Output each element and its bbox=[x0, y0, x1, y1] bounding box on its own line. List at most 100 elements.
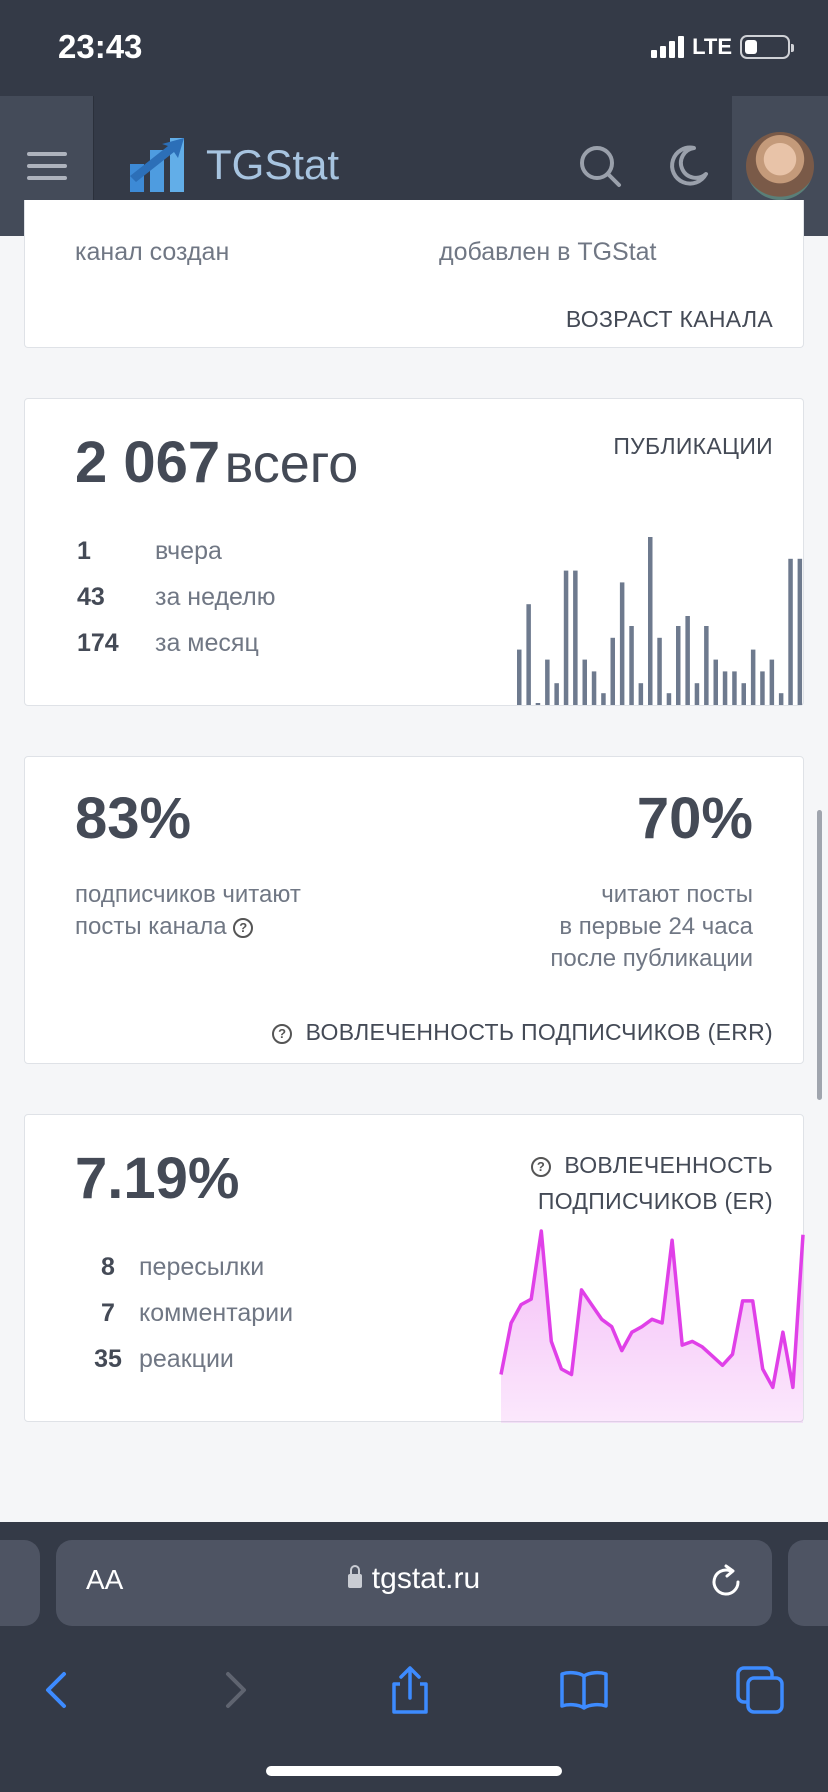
posts-bar bbox=[619, 582, 625, 705]
posts-bar bbox=[657, 637, 662, 705]
avatar bbox=[746, 132, 814, 200]
err-left-line: посты канала bbox=[75, 913, 227, 940]
channel-age-card: канал создан добавлен в TGStat ВОЗРАСТ К… bbox=[24, 200, 804, 348]
added-label: добавлен в TGStat bbox=[439, 238, 657, 266]
err-left-text: подписчиков читают посты канала ? bbox=[75, 879, 301, 943]
total-posts: 2 067 всего bbox=[75, 429, 358, 496]
err-right-value: 70% bbox=[636, 786, 753, 851]
reload-icon[interactable] bbox=[706, 1562, 746, 1602]
card-title-line: ПОДПИСЧИКОВ (ER) bbox=[537, 1188, 773, 1214]
posts-bar bbox=[741, 683, 746, 705]
stat-label: комментарии bbox=[139, 1299, 294, 1327]
status-indicators: LTE bbox=[651, 34, 794, 60]
posts-bar bbox=[582, 659, 587, 705]
posts-bar bbox=[591, 671, 597, 705]
stat-value: 1 bbox=[77, 537, 91, 565]
network-type: LTE bbox=[692, 34, 732, 59]
posts-bar bbox=[685, 616, 690, 705]
forward-icon[interactable] bbox=[206, 1662, 262, 1718]
er-value: 7.19% bbox=[75, 1146, 240, 1211]
help-icon[interactable]: ? bbox=[233, 918, 254, 938]
posts-bar bbox=[722, 671, 728, 705]
stat-label: вчера bbox=[155, 537, 222, 565]
posts-bar bbox=[760, 671, 765, 705]
stat-value: 8 bbox=[101, 1253, 115, 1281]
posts-bar bbox=[676, 626, 681, 705]
err-right-line: после публикации bbox=[550, 945, 753, 972]
status-time: 23:43 bbox=[58, 28, 143, 65]
er-line-chart bbox=[499, 1229, 805, 1423]
stat-row: 35 реакции bbox=[77, 1345, 234, 1374]
stat-row: 7 комментарии bbox=[77, 1299, 293, 1328]
posts-bar bbox=[713, 659, 718, 705]
err-card: 83% подписчиков читают посты канала ? 70… bbox=[24, 756, 804, 1064]
previous-tab-preview[interactable] bbox=[0, 1540, 40, 1626]
stat-label: пересылки bbox=[139, 1253, 265, 1281]
posts-bar bbox=[648, 537, 653, 705]
page-scrollbar[interactable] bbox=[817, 810, 822, 1100]
posts-bar bbox=[573, 570, 578, 705]
posts-bar bbox=[629, 626, 634, 705]
address-bar[interactable]: AA tgstat.ru bbox=[56, 1540, 772, 1626]
bookmarks-icon[interactable] bbox=[556, 1662, 612, 1718]
stat-value: 174 bbox=[77, 629, 119, 657]
lock-icon bbox=[347, 1565, 362, 1588]
posts-bar bbox=[554, 683, 559, 705]
stat-value: 43 bbox=[77, 583, 105, 611]
battery-icon bbox=[740, 35, 794, 59]
stat-row: 174 за месяц bbox=[77, 629, 259, 658]
signal-icon bbox=[651, 36, 685, 58]
err-left-line: подписчиков читают bbox=[75, 881, 301, 908]
home-indicator bbox=[266, 1766, 562, 1776]
browser-bottom-bar: AA tgstat.ru bbox=[0, 1522, 828, 1792]
posts-bar bbox=[545, 659, 550, 705]
next-tab-preview[interactable] bbox=[788, 1540, 828, 1626]
card-title: ВОЗРАСТ КАНАЛА bbox=[565, 306, 773, 332]
stat-value: 35 bbox=[94, 1345, 122, 1373]
err-left-value: 83% bbox=[75, 786, 192, 851]
stat-row: 1 вчера bbox=[77, 537, 222, 566]
back-icon[interactable] bbox=[30, 1662, 86, 1718]
url-display: tgstat.ru bbox=[56, 1562, 772, 1596]
share-icon[interactable] bbox=[382, 1662, 438, 1718]
posts-bar bbox=[778, 693, 784, 705]
help-icon[interactable]: ? bbox=[272, 1024, 293, 1044]
stat-value: 7 bbox=[101, 1299, 115, 1327]
moon-icon[interactable] bbox=[664, 142, 712, 190]
created-label: канал создан bbox=[75, 238, 230, 266]
logo[interactable]: TGStat bbox=[128, 136, 339, 194]
card-title: ? ВОВЛЕЧЕННОСТЬ ПОДПИСЧИКОВ (ER) bbox=[530, 1147, 773, 1219]
status-bar: 23:43 LTE bbox=[0, 0, 828, 96]
help-icon[interactable]: ? bbox=[530, 1157, 551, 1177]
err-right-line: в первые 24 часа bbox=[559, 913, 753, 940]
stat-label: реакции bbox=[139, 1345, 234, 1373]
posts-bar bbox=[638, 683, 644, 705]
search-icon[interactable] bbox=[576, 142, 624, 190]
posts-bar bbox=[750, 649, 756, 705]
stat-label: за неделю bbox=[155, 583, 276, 611]
err-right-line: читают посты bbox=[601, 881, 753, 908]
posts-bar bbox=[517, 649, 522, 705]
er-card: 7.19% ? ВОВЛЕЧЕННОСТЬ ПОДПИСЧИКОВ (ER) 8… bbox=[24, 1114, 805, 1423]
posts-bar bbox=[601, 693, 606, 705]
publications-card: 2 067 всего ПУБЛИКАЦИИ 1 вчера 43 за нед… bbox=[24, 398, 804, 706]
posts-bar bbox=[563, 570, 569, 705]
err-right-text: читают посты в первые 24 часа после публ… bbox=[550, 879, 753, 975]
posts-bar bbox=[694, 683, 700, 705]
posts-bar bbox=[666, 693, 672, 705]
posts-bar bbox=[732, 671, 737, 705]
stat-label: за месяц bbox=[155, 629, 259, 657]
card-title: ? ВОВЛЕЧЕННОСТЬ ПОДПИСЧИКОВ (ERR) bbox=[272, 1019, 773, 1046]
card-title-line: ВОВЛЕЧЕННОСТЬ bbox=[564, 1152, 773, 1178]
logo-text: TGStat bbox=[206, 141, 340, 188]
total-posts-value: 2 067 bbox=[75, 430, 221, 495]
total-posts-suffix: всего bbox=[224, 434, 359, 494]
stat-row: 8 пересылки bbox=[77, 1253, 264, 1282]
card-title: ПУБЛИКАЦИИ bbox=[613, 433, 773, 459]
posts-bar bbox=[797, 558, 803, 705]
posts-bar bbox=[788, 558, 793, 705]
posts-bar bbox=[610, 637, 615, 705]
posts-bar bbox=[704, 626, 709, 705]
tabs-icon[interactable] bbox=[732, 1662, 788, 1718]
tgstat-logo-icon bbox=[130, 138, 184, 192]
